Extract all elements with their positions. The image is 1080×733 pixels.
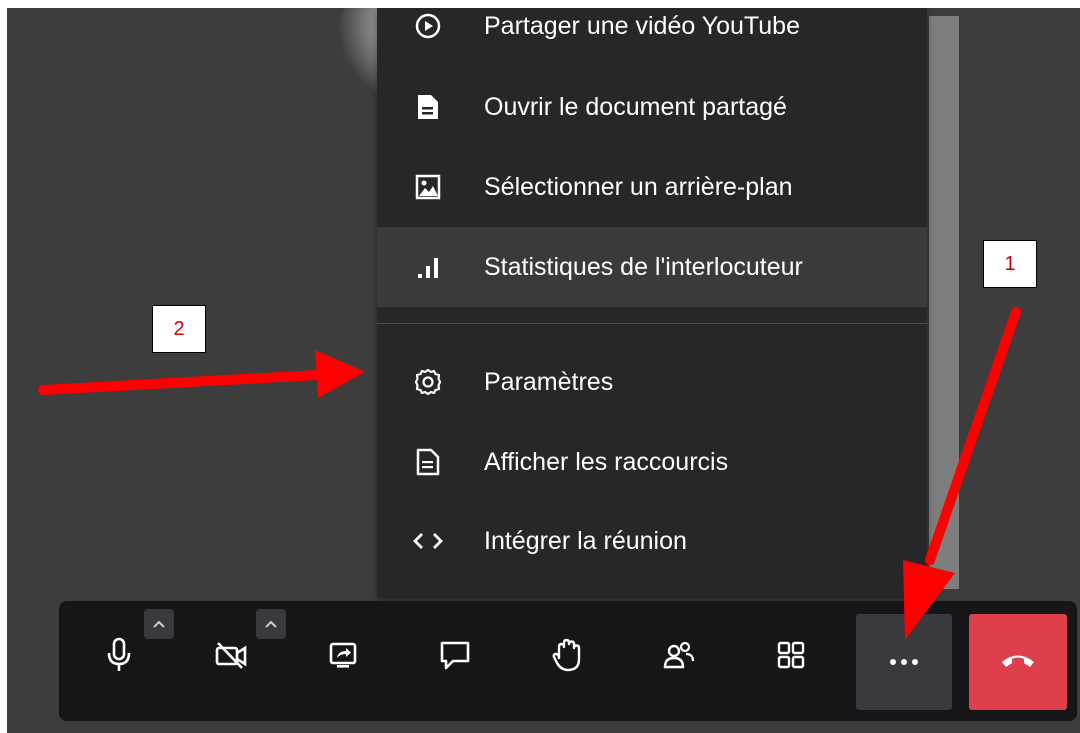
hangup-icon xyxy=(1000,651,1036,674)
menu-divider xyxy=(377,323,927,324)
more-actions-menu: Partager une vidéo YouTube Ouvrir le doc… xyxy=(377,8,927,598)
signal-bars-icon xyxy=(412,251,444,283)
camera-button[interactable] xyxy=(191,617,271,697)
menu-item-shortcuts[interactable]: Afficher les raccourcis xyxy=(377,422,927,502)
callout-2: 2 xyxy=(152,305,206,353)
menu-item-label: Paramètres xyxy=(484,367,614,396)
menu-item-label: Partager une vidéo YouTube xyxy=(484,11,800,40)
hand-icon xyxy=(552,638,582,677)
play-circle-icon xyxy=(412,10,444,42)
gear-icon xyxy=(412,366,444,398)
menu-scrollbar[interactable] xyxy=(929,16,959,589)
chat-button[interactable] xyxy=(415,617,495,697)
chat-icon xyxy=(439,640,471,675)
menu-item-settings[interactable]: Paramètres xyxy=(377,342,927,422)
menu-item-label: Ouvrir le document partagé xyxy=(484,92,787,121)
shortcuts-document-icon xyxy=(412,446,444,478)
document-icon xyxy=(412,91,444,123)
menu-item-label: Intégrer la réunion xyxy=(484,526,687,555)
menu-item-background[interactable]: Sélectionner un arrière-plan xyxy=(377,147,927,227)
menu-item-embed-meeting[interactable]: Intégrer la réunion xyxy=(377,501,927,581)
meeting-toolbar xyxy=(59,601,1077,721)
microphone-button[interactable] xyxy=(79,617,159,697)
camera-off-icon xyxy=(214,640,248,675)
menu-item-label: Statistiques de l'interlocuteur xyxy=(484,252,803,281)
raise-hand-button[interactable] xyxy=(527,617,607,697)
menu-item-shared-document[interactable]: Ouvrir le document partagé xyxy=(377,67,927,147)
more-actions-button[interactable] xyxy=(856,614,952,710)
menu-item-label: Afficher les raccourcis xyxy=(484,447,729,476)
hangup-button[interactable] xyxy=(969,614,1067,710)
screen-share-icon xyxy=(328,640,358,675)
callout-1: 1 xyxy=(983,240,1037,288)
microphone-icon xyxy=(106,637,132,678)
grid-icon xyxy=(776,640,806,675)
menu-item-speaker-stats[interactable]: Statistiques de l'interlocuteur xyxy=(377,227,927,307)
image-icon xyxy=(412,171,444,203)
participants-button[interactable] xyxy=(639,617,719,697)
menu-item-youtube[interactable]: Partager une vidéo YouTube xyxy=(377,8,927,66)
tile-view-button[interactable] xyxy=(751,617,831,697)
participants-icon xyxy=(662,640,696,675)
screen-share-button[interactable] xyxy=(303,617,383,697)
more-dots-icon xyxy=(889,653,919,671)
menu-item-label: Sélectionner un arrière-plan xyxy=(484,172,793,201)
code-embed-icon xyxy=(412,525,444,557)
